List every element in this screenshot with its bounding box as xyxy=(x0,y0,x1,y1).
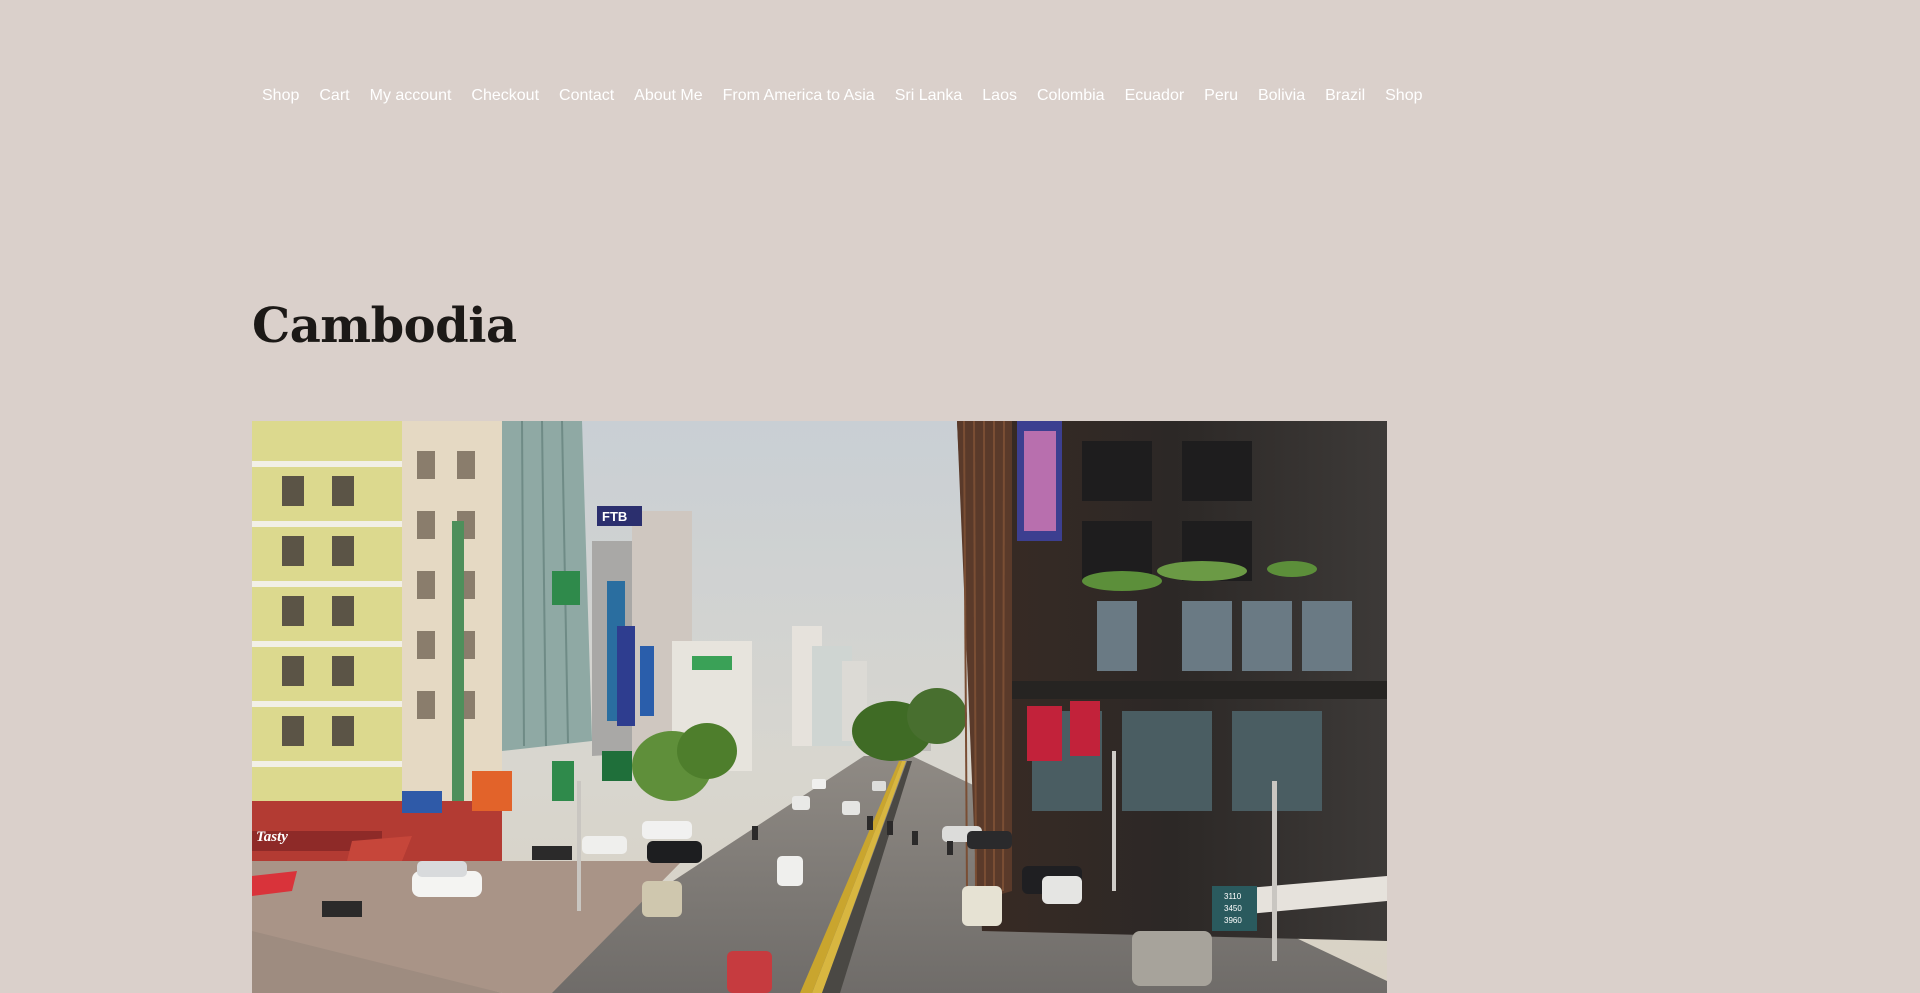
rate-1: 3110 xyxy=(1224,892,1242,901)
nav-item-cart[interactable]: Cart xyxy=(309,84,359,108)
nav-item-about-me[interactable]: About Me xyxy=(624,84,712,108)
nav-item-ecuador[interactable]: Ecuador xyxy=(1115,84,1195,108)
nav-item-checkout[interactable]: Checkout xyxy=(461,84,549,108)
nav-item-sri-lanka[interactable]: Sri Lanka xyxy=(885,84,973,108)
tasty-sign: Tasty xyxy=(256,829,288,845)
page-title: Cambodia xyxy=(252,298,517,354)
hero-image: FTB Tasty 3110 3450 3960 xyxy=(252,421,1387,993)
nav-item-laos[interactable]: Laos xyxy=(972,84,1027,108)
ftb-sign: FTB xyxy=(602,509,627,524)
nav-item-peru[interactable]: Peru xyxy=(1194,84,1248,108)
nav-item-my-account[interactable]: My account xyxy=(360,84,462,108)
nav-item-from-america-to-asia[interactable]: From America to Asia xyxy=(713,84,885,108)
nav-item-brazil[interactable]: Brazil xyxy=(1315,84,1375,108)
nav-item-shop-2[interactable]: Shop xyxy=(1375,84,1432,108)
nav-item-contact[interactable]: Contact xyxy=(549,84,624,108)
primary-navigation: Shop Cart My account Checkout Contact Ab… xyxy=(252,84,1433,108)
rate-3: 3960 xyxy=(1224,916,1242,925)
nav-item-shop[interactable]: Shop xyxy=(252,84,309,108)
rate-2: 3450 xyxy=(1224,904,1242,913)
nav-item-bolivia[interactable]: Bolivia xyxy=(1248,84,1315,108)
street-scene-illustration: FTB Tasty 3110 3450 3960 xyxy=(252,421,1387,993)
nav-item-colombia[interactable]: Colombia xyxy=(1027,84,1115,108)
